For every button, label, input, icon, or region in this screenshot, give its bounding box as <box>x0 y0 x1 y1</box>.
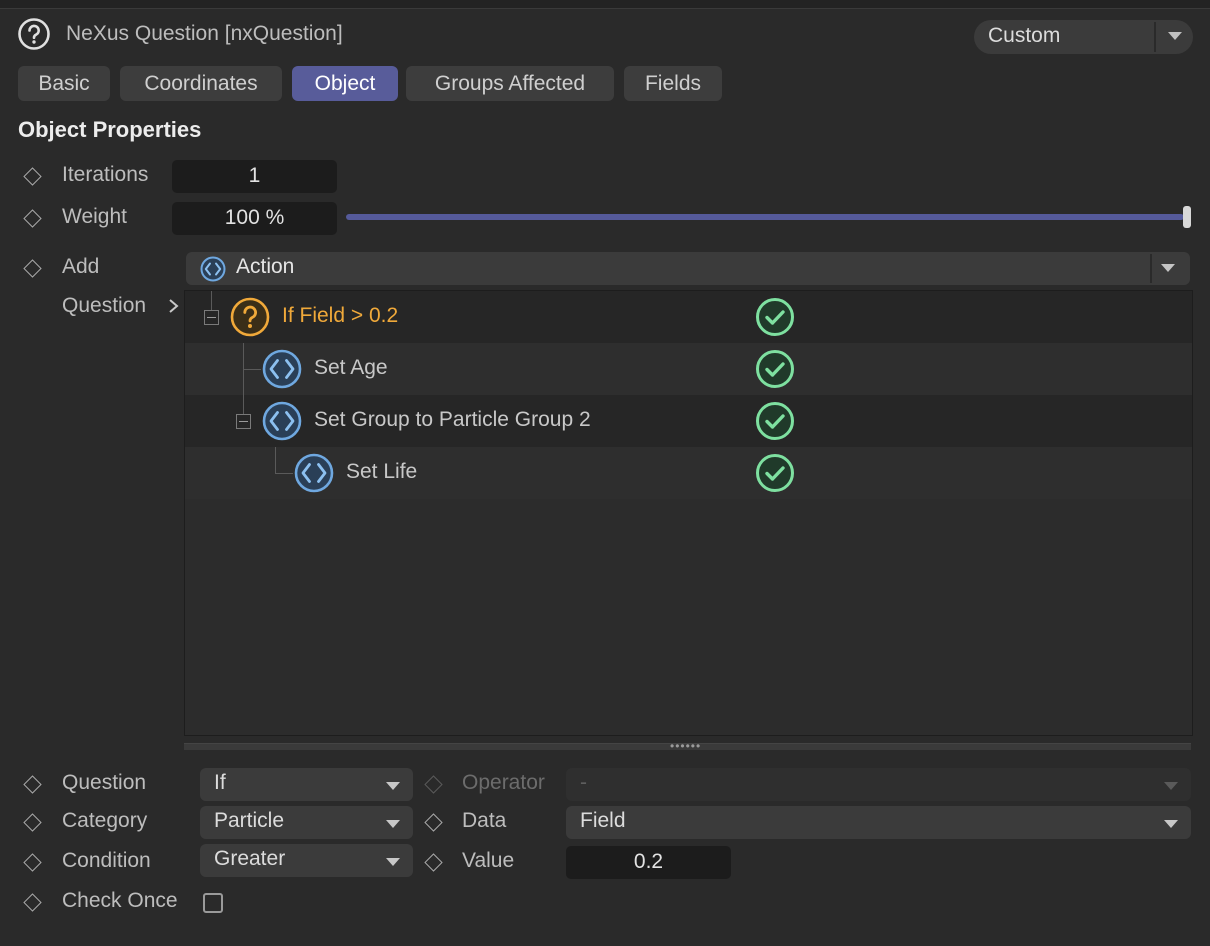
add-label: Add <box>62 255 100 278</box>
tree-item-label: Set Life <box>346 460 418 483</box>
keyframe-diamond-icon[interactable] <box>23 893 42 912</box>
tree-item-label: Set Group to Particle Group 2 <box>314 408 591 431</box>
object-title: NeXus Question [nxQuestion] <box>66 22 343 45</box>
keyframe-diamond-icon[interactable] <box>23 259 42 278</box>
question-circle-icon <box>230 297 270 337</box>
keyframe-diamond-icon[interactable] <box>23 813 42 832</box>
iterations-input[interactable]: 1 <box>172 160 337 193</box>
add-action-divider <box>1150 254 1152 283</box>
check-circle-icon[interactable] <box>755 401 795 441</box>
keyframe-diamond-icon[interactable] <box>23 209 42 228</box>
top-edge <box>0 0 1210 9</box>
question-tree-view[interactable]: If Field > 0.2 Set Age Set Group to Part… <box>184 290 1193 736</box>
chevron-down-icon[interactable] <box>386 858 400 866</box>
tab-basic[interactable]: Basic <box>18 66 110 101</box>
tree-connector <box>275 447 276 473</box>
question-label: Question <box>62 771 147 794</box>
check-once-checkbox[interactable] <box>203 893 223 913</box>
keyframe-diamond-icon[interactable] <box>23 775 42 794</box>
preset-divider <box>1154 22 1156 52</box>
keyframe-diamond-icon[interactable] <box>23 167 42 186</box>
weight-slider-track[interactable] <box>346 214 1184 220</box>
condition-label: Condition <box>62 849 151 872</box>
tab-object[interactable]: Object <box>292 66 398 101</box>
action-diamond-icon <box>200 256 226 282</box>
category-dropdown-value: Particle <box>214 809 285 832</box>
preset-dropdown[interactable]: Custom <box>974 20 1193 54</box>
data-label: Data <box>462 809 507 832</box>
tree-item-label: Set Age <box>314 356 388 379</box>
category-dropdown[interactable]: Particle <box>200 806 413 839</box>
tree-row[interactable]: Set Group to Particle Group 2 <box>185 395 1192 447</box>
category-label: Category <box>62 809 148 832</box>
value-label: Value <box>462 849 515 872</box>
keyframe-diamond-icon[interactable] <box>424 853 443 872</box>
chevron-down-icon[interactable] <box>1161 264 1175 272</box>
chevron-down-icon[interactable] <box>386 820 400 828</box>
tree-row[interactable]: Set Age <box>185 343 1192 395</box>
grip-dots-icon[interactable]: •••••• <box>670 739 701 753</box>
tree-connector <box>275 473 293 474</box>
check-once-label: Check Once <box>62 889 178 912</box>
chevron-down-icon[interactable] <box>1168 32 1182 40</box>
iterations-label: Iterations <box>62 163 149 186</box>
add-action-dropdown[interactable]: Action <box>186 252 1190 285</box>
question-dropdown[interactable]: If <box>200 768 413 801</box>
keyframe-diamond-icon[interactable] <box>424 813 443 832</box>
collapse-toggle[interactable] <box>236 414 251 429</box>
value-input[interactable]: 0.2 <box>566 846 731 879</box>
keyframe-diamond-icon[interactable] <box>23 853 42 872</box>
check-circle-icon[interactable] <box>755 297 795 337</box>
tab-fields[interactable]: Fields <box>624 66 722 101</box>
chevron-down-icon[interactable] <box>386 782 400 790</box>
tree-item-label: If Field > 0.2 <box>282 304 399 327</box>
data-dropdown-value: Field <box>580 809 626 832</box>
data-dropdown[interactable]: Field <box>566 806 1191 839</box>
tab-coordinates[interactable]: Coordinates <box>120 66 282 101</box>
tree-connector <box>243 395 244 414</box>
keyframe-diamond-icon <box>424 775 443 794</box>
preset-label: Custom <box>988 24 1061 47</box>
collapse-toggle[interactable] <box>204 310 219 325</box>
tree-row[interactable]: If Field > 0.2 <box>185 291 1192 343</box>
weight-slider-handle[interactable] <box>1183 206 1191 228</box>
section-title: Object Properties <box>18 117 202 142</box>
action-diamond-icon <box>262 349 302 389</box>
action-diamond-icon <box>262 401 302 441</box>
weight-input[interactable]: 100 % <box>172 202 337 235</box>
tree-connector <box>211 291 212 310</box>
question-tree-label: Question <box>62 294 147 317</box>
chevron-down-icon <box>1164 782 1178 790</box>
weight-label: Weight <box>62 205 127 228</box>
question-dropdown-value: If <box>214 771 226 794</box>
operator-label: Operator <box>462 771 545 794</box>
check-circle-icon[interactable] <box>755 453 795 493</box>
tree-connector <box>243 369 261 370</box>
operator-dropdown: - <box>566 768 1191 801</box>
tab-groups-affected[interactable]: Groups Affected <box>406 66 614 101</box>
condition-dropdown[interactable]: Greater <box>200 844 413 877</box>
question-circle-icon <box>18 18 50 50</box>
chevron-right-icon[interactable] <box>168 298 180 314</box>
tree-row[interactable]: Set Life <box>185 447 1192 499</box>
operator-dropdown-value: - <box>580 771 587 794</box>
check-circle-icon[interactable] <box>755 349 795 389</box>
action-diamond-icon <box>294 453 334 493</box>
condition-dropdown-value: Greater <box>214 847 286 870</box>
chevron-down-icon[interactable] <box>1164 820 1178 828</box>
add-action-label: Action <box>236 255 295 278</box>
